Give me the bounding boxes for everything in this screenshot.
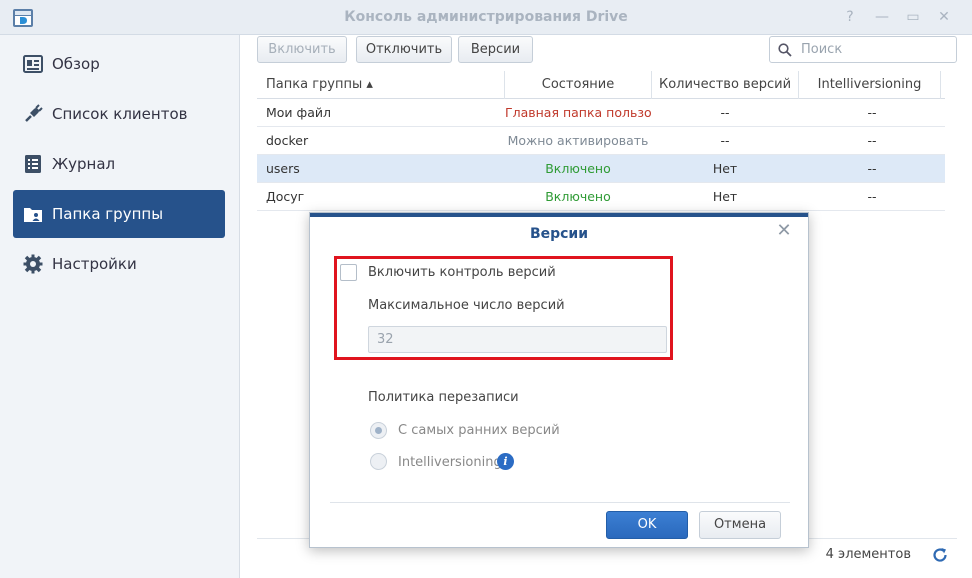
table-row[interactable]: users Включено Нет -- bbox=[257, 155, 945, 183]
cell-state: Главная папка пользо... bbox=[505, 105, 651, 120]
cell-folder-name: Досуг bbox=[266, 189, 305, 204]
cell-state: Включено bbox=[545, 161, 611, 176]
table-row[interactable]: Досуг Включено Нет -- bbox=[257, 183, 945, 211]
search-input[interactable]: Поиск bbox=[769, 36, 957, 63]
sidebar-item-label: Список клиентов bbox=[52, 105, 188, 123]
gear-icon bbox=[23, 254, 43, 274]
cell-versions: Нет bbox=[712, 161, 738, 176]
window-title: Консоль администрирования Drive bbox=[344, 9, 628, 25]
help-button[interactable]: ? bbox=[840, 8, 860, 26]
enable-versioning-checkbox[interactable] bbox=[340, 264, 357, 281]
plug-icon bbox=[23, 104, 43, 124]
versions-dialog: Версии ✕ Включить контроль версий Максим… bbox=[309, 212, 809, 548]
sidebar-item-label: Журнал bbox=[52, 155, 116, 173]
sidebar-item-log[interactable]: Журнал bbox=[13, 140, 225, 188]
cancel-button[interactable]: Отмена bbox=[699, 511, 781, 539]
info-icon[interactable]: i bbox=[497, 453, 514, 470]
column-header-versions[interactable]: Количество версий bbox=[652, 71, 799, 99]
versions-button[interactable]: Версии bbox=[458, 36, 533, 63]
column-header-state[interactable]: Состояние bbox=[505, 71, 652, 99]
search-placeholder: Поиск bbox=[801, 42, 843, 57]
title-bar: Консоль администрирования Drive ? — ▭ ✕ bbox=[0, 0, 972, 35]
sidebar-item-label: Обзор bbox=[52, 55, 100, 73]
sidebar: Обзор Список клиентов Журнал Папка групп… bbox=[0, 35, 240, 578]
cell-intelliversioning: -- bbox=[867, 133, 877, 148]
radio-earliest-versions-label: С самых ранних версий bbox=[398, 423, 560, 438]
search-icon bbox=[778, 43, 792, 57]
close-icon[interactable]: ✕ bbox=[776, 222, 792, 240]
overview-icon bbox=[23, 54, 43, 74]
cell-folder-name: Мои файл bbox=[266, 105, 331, 120]
sidebar-item-overview[interactable]: Обзор bbox=[13, 40, 225, 88]
enable-button[interactable]: Включить bbox=[257, 36, 347, 63]
refresh-icon[interactable] bbox=[931, 546, 949, 564]
cell-state: Включено bbox=[545, 189, 611, 204]
dialog-divider bbox=[330, 502, 790, 503]
table-header: Папка группы ▴ Состояние Количество верс… bbox=[257, 71, 945, 99]
sidebar-item-label: Папка группы bbox=[52, 205, 164, 223]
cell-versions: -- bbox=[720, 105, 730, 120]
disable-button[interactable]: Отключить bbox=[356, 36, 452, 63]
overwrite-policy-label: Политика перезаписи bbox=[368, 390, 519, 405]
sidebar-item-clients[interactable]: Список клиентов bbox=[13, 90, 225, 138]
enable-versioning-label: Включить контроль версий bbox=[368, 265, 556, 280]
sidebar-item-settings[interactable]: Настройки bbox=[13, 240, 225, 288]
sidebar-item-team-folder[interactable]: Папка группы bbox=[13, 190, 225, 238]
radio-intelliversioning-label: Intelliversioning bbox=[398, 455, 502, 470]
maximize-button[interactable]: ▭ bbox=[903, 8, 923, 26]
column-header-folder[interactable]: Папка группы ▴ bbox=[257, 71, 505, 99]
max-versions-field[interactable]: 32 bbox=[368, 326, 667, 353]
cell-intelliversioning: -- bbox=[867, 105, 877, 120]
radio-earliest-versions[interactable] bbox=[370, 422, 387, 439]
cell-intelliversioning: -- bbox=[867, 189, 877, 204]
radio-intelliversioning[interactable] bbox=[370, 453, 387, 470]
column-header-intelliversioning[interactable]: Intelliversioning bbox=[799, 71, 941, 99]
cell-versions: -- bbox=[720, 133, 730, 148]
close-button[interactable]: ✕ bbox=[934, 8, 954, 26]
ok-button[interactable]: OK bbox=[606, 511, 688, 539]
dialog-title: Версии bbox=[529, 226, 589, 242]
cell-intelliversioning: -- bbox=[867, 161, 877, 176]
item-count: 4 элементов bbox=[825, 547, 911, 562]
cell-folder-name: docker bbox=[266, 133, 309, 148]
cell-folder-name: users bbox=[266, 161, 300, 176]
log-icon bbox=[23, 154, 43, 174]
minimize-button[interactable]: — bbox=[872, 8, 892, 26]
max-versions-label: Максимальное число версий bbox=[368, 298, 565, 313]
cell-state: Можно активировать bbox=[507, 133, 649, 148]
team-folder-table: Папка группы ▴ Состояние Количество верс… bbox=[257, 71, 945, 211]
table-row[interactable]: docker Можно активировать -- -- bbox=[257, 127, 945, 155]
table-row[interactable]: Мои файл Главная папка пользо... -- -- bbox=[257, 99, 945, 127]
cell-versions: Нет bbox=[712, 189, 738, 204]
sidebar-item-label: Настройки bbox=[52, 255, 137, 273]
team-folder-icon bbox=[23, 204, 43, 224]
